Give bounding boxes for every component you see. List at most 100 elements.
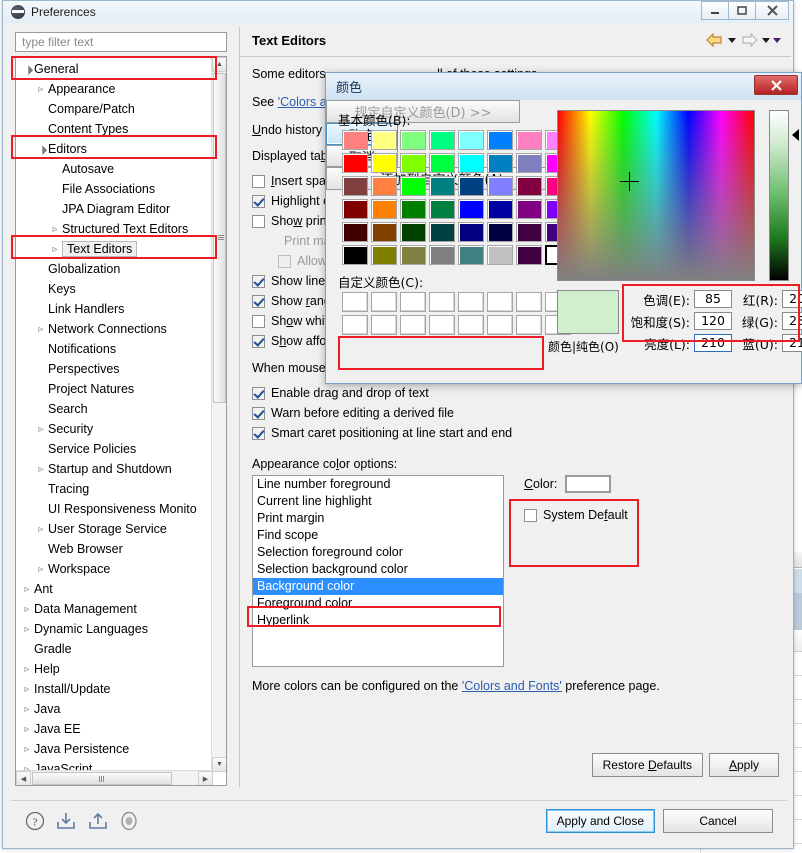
sidebar-item-appearance[interactable]: Appearance <box>16 79 213 99</box>
basic-color-swatch[interactable] <box>429 245 455 265</box>
color-gradient-field[interactable] <box>557 110 755 281</box>
custom-colors-grid[interactable] <box>342 292 571 335</box>
twisty-collapsed-icon[interactable] <box>48 244 62 255</box>
appearance-color-option[interactable]: Line number foreground <box>253 476 503 493</box>
basic-color-swatch[interactable] <box>487 199 513 219</box>
filter-input[interactable]: type filter text <box>15 32 227 52</box>
checkbox-smart-caret[interactable]: Smart caret positioning at line start an… <box>252 423 779 443</box>
custom-color-slot[interactable] <box>487 292 513 312</box>
cancel-button[interactable]: Cancel <box>663 808 773 833</box>
basic-color-swatch[interactable] <box>371 130 397 150</box>
twisty-collapsed-icon[interactable] <box>20 664 34 675</box>
blue-input[interactable]: 211 <box>782 334 802 352</box>
sidebar-item-notifications[interactable]: Notifications <box>16 339 213 359</box>
basic-color-swatch[interactable] <box>516 176 542 196</box>
basic-color-swatch[interactable] <box>342 222 368 242</box>
sidebar-item-workspace[interactable]: Workspace <box>16 559 213 579</box>
twisty-collapsed-icon[interactable] <box>48 224 62 235</box>
forward-arrow-icon[interactable] <box>739 32 759 48</box>
custom-color-slot[interactable] <box>487 315 513 335</box>
twisty-collapsed-icon[interactable] <box>34 84 48 95</box>
sidebar-item-project-natures[interactable]: Project Natures <box>16 379 213 399</box>
sidebar-item-structured-text-editors[interactable]: Structured Text Editors <box>16 219 213 239</box>
sidebar-item-java-ee[interactable]: Java EE <box>16 719 213 739</box>
apply-and-close-button[interactable]: Apply and Close <box>545 808 655 833</box>
page-menu-icon[interactable] <box>773 37 781 43</box>
minimize-button[interactable] <box>701 1 729 20</box>
basic-color-swatch[interactable] <box>487 176 513 196</box>
sidebar-item-gradle[interactable]: Gradle <box>16 639 213 659</box>
checkbox-system-default[interactable]: System Default <box>524 505 684 525</box>
sidebar-item-compare-patch[interactable]: Compare/Patch <box>16 99 213 119</box>
scroll-right-icon[interactable]: ▶ <box>198 771 213 785</box>
checkbox-icon[interactable] <box>252 274 265 288</box>
luminance-strip[interactable] <box>769 110 789 281</box>
close-button[interactable] <box>755 1 789 20</box>
sidebar-item-file-associations[interactable]: File Associations <box>16 179 213 199</box>
sidebar-item-dynamic-languages[interactable]: Dynamic Languages <box>16 619 213 639</box>
export-icon[interactable] <box>87 811 109 831</box>
sidebar-item-perspectives[interactable]: Perspectives <box>16 359 213 379</box>
custom-color-slot[interactable] <box>371 292 397 312</box>
appearance-color-option[interactable]: Current line highlight <box>253 493 503 510</box>
scroll-down-icon[interactable]: ▼ <box>212 757 226 772</box>
custom-color-slot[interactable] <box>400 315 426 335</box>
maximize-button[interactable] <box>728 1 756 20</box>
twisty-collapsed-icon[interactable] <box>20 684 34 695</box>
colors-and-fonts-link[interactable]: 'Colors a <box>278 95 327 109</box>
sidebar-item-jpa-diagram-editor[interactable]: JPA Diagram Editor <box>16 199 213 219</box>
basic-color-swatch[interactable] <box>516 153 542 173</box>
sidebar-item-web-browser[interactable]: Web Browser <box>16 539 213 559</box>
checkbox-warn-derived-file[interactable]: Warn before editing a derived file <box>252 403 779 423</box>
twisty-collapsed-icon[interactable] <box>20 744 34 755</box>
sidebar-item-service-policies[interactable]: Service Policies <box>16 439 213 459</box>
color-dialog-close-button[interactable] <box>754 75 798 95</box>
appearance-color-option[interactable]: Print margin <box>253 510 503 527</box>
basic-color-swatch[interactable] <box>429 153 455 173</box>
checkbox-icon[interactable] <box>252 174 265 188</box>
basic-color-swatch[interactable] <box>429 199 455 219</box>
basic-color-swatch[interactable] <box>371 153 397 173</box>
basic-color-swatch[interactable] <box>429 222 455 242</box>
checkbox-icon[interactable] <box>252 314 265 328</box>
back-dropdown-icon[interactable] <box>728 37 736 43</box>
basic-color-swatch[interactable] <box>342 153 368 173</box>
twisty-collapsed-icon[interactable] <box>20 704 34 715</box>
basic-color-swatch[interactable] <box>458 176 484 196</box>
basic-color-swatch[interactable] <box>371 245 397 265</box>
appearance-color-option[interactable]: Foreground color <box>253 595 503 612</box>
sidebar-item-install-update[interactable]: Install/Update <box>16 679 213 699</box>
basic-color-swatch[interactable] <box>400 176 426 196</box>
custom-color-slot[interactable] <box>429 315 455 335</box>
basic-color-swatch[interactable] <box>342 130 368 150</box>
sidebar-item-general[interactable]: General <box>16 59 213 79</box>
tree-horizontal-scrollbar[interactable]: ◀ ▶ <box>16 770 213 785</box>
sidebar-item-tracing[interactable]: Tracing <box>16 479 213 499</box>
basic-color-swatch[interactable] <box>458 245 484 265</box>
record-icon[interactable] <box>119 811 139 831</box>
basic-color-swatch[interactable] <box>342 176 368 196</box>
color-swatch-button[interactable] <box>565 475 612 493</box>
basic-color-swatch[interactable] <box>371 199 397 219</box>
checkbox-icon[interactable] <box>252 334 265 348</box>
appearance-color-list[interactable]: Line number foreground Current line highl… <box>252 475 504 667</box>
checkbox-icon[interactable] <box>252 406 265 420</box>
scroll-up-icon[interactable]: ▲ <box>212 57 226 72</box>
import-icon[interactable] <box>55 811 77 831</box>
sidebar-item-data-management[interactable]: Data Management <box>16 599 213 619</box>
basic-color-swatch[interactable] <box>458 222 484 242</box>
tree-vertical-scrollbar[interactable]: ▲ ▼ <box>211 57 226 772</box>
sidebar-item-help[interactable]: Help <box>16 659 213 679</box>
appearance-color-option[interactable]: Hyperlink <box>253 612 503 629</box>
colors-and-fonts-page-link[interactable]: 'Colors and Fonts' <box>462 679 562 693</box>
appearance-color-option[interactable]: Selection background color <box>253 561 503 578</box>
sidebar-item-globalization[interactable]: Globalization <box>16 259 213 279</box>
custom-color-slot[interactable] <box>342 315 368 335</box>
back-arrow-icon[interactable] <box>705 32 725 48</box>
sidebar-item-java[interactable]: Java <box>16 699 213 719</box>
basic-color-swatch[interactable] <box>487 130 513 150</box>
luminance-slider-arrow-icon[interactable] <box>792 129 799 141</box>
basic-color-swatch[interactable] <box>516 222 542 242</box>
checkbox-icon[interactable] <box>252 386 265 400</box>
basic-color-swatch[interactable] <box>400 130 426 150</box>
